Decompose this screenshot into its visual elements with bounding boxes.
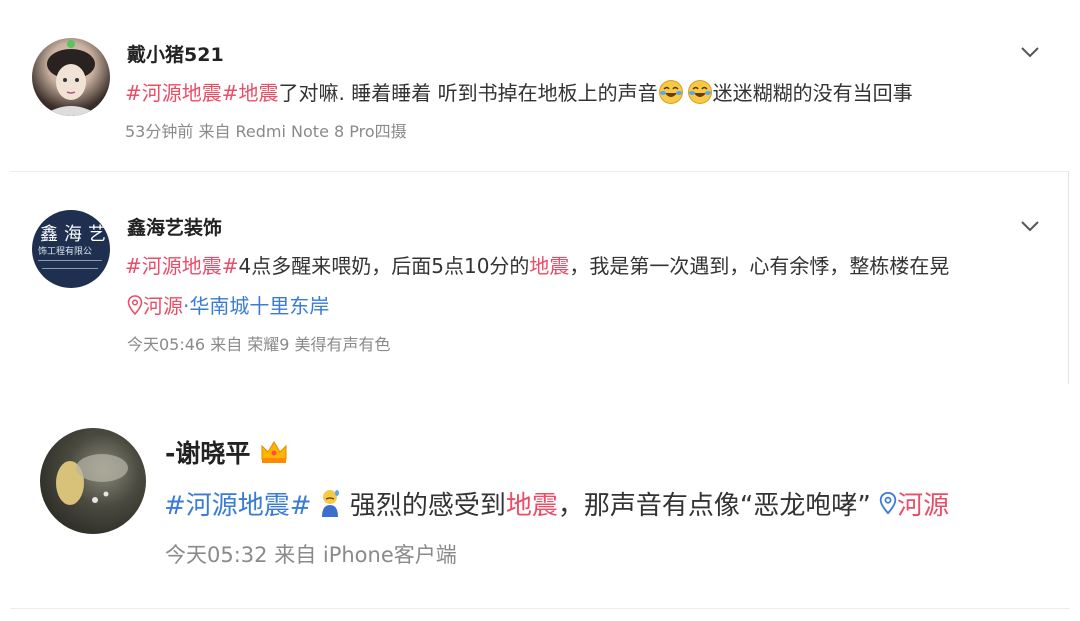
scroll-edge <box>1068 172 1069 384</box>
post-meta: 今天05:46 来自 荣耀9 美得有声有色 <box>127 335 391 354</box>
hashtag-topic[interactable]: #河源地震# <box>125 81 239 105</box>
crying-laughing-emoji-icon <box>687 79 713 110</box>
post-content: #河源地震# 强烈的感受到地震，那声音有点像“恶龙咆哮” 河源 <box>164 485 949 525</box>
location-city[interactable]: 河源 <box>143 294 183 318</box>
location-place[interactable]: ·华南城十里东岸 <box>183 294 329 318</box>
avatar-logo-text: 鑫海艺 <box>40 224 110 245</box>
user-avatar[interactable]: 鑫海艺 饰工程有限公 <box>32 210 110 288</box>
weibo-post-1: 戴小猪521 #河源地震#地震了对嘛. 睡着睡着 听到书掉在地板上的声音 迷迷糊糊… <box>0 0 1080 172</box>
location-pin-icon <box>127 295 143 320</box>
post-text: 迷迷糊糊的没有当回事 <box>712 81 913 105</box>
username[interactable]: -谢晓平 <box>165 434 289 471</box>
weibo-post-3: -谢晓平 #河源地震# 强烈的感受到地震，那声音有点像“恶龙咆哮” 河源 今天0… <box>0 382 1080 621</box>
username[interactable]: 鑫海艺装饰 <box>127 213 222 240</box>
location-link[interactable]: 河源·华南城十里东岸 <box>127 290 329 320</box>
sweating-person-emoji-icon <box>318 488 342 525</box>
avatar-logo-subtext: 饰工程有限公 <box>38 247 93 257</box>
user-avatar[interactable] <box>40 428 146 534</box>
keyword-link[interactable]: 地震 <box>239 81 279 105</box>
post-meta: 53分钟前 来自 Redmi Note 8 Pro四摄 <box>125 122 407 141</box>
user-avatar[interactable] <box>32 38 110 116</box>
location-city[interactable]: 河源 <box>897 491 949 521</box>
username-text[interactable]: -谢晓平 <box>165 439 250 468</box>
avatar-portrait-icon <box>42 40 100 116</box>
avatar-logo-line <box>38 260 102 261</box>
avatar-logo-line <box>42 268 98 269</box>
avatar-photo-icon <box>56 454 128 505</box>
location-pin-icon[interactable] <box>879 491 897 522</box>
hashtag-topic[interactable]: #河源地震# <box>125 254 239 278</box>
post-content: #河源地震#地震了对嘛. 睡着睡着 听到书掉在地板上的声音 迷迷糊糊的没有当回事 <box>125 77 913 110</box>
crying-laughing-emoji-icon <box>658 79 684 110</box>
crown-icon <box>259 439 289 471</box>
keyword-link[interactable]: 地震 <box>529 254 569 278</box>
post-meta: 今天05:32 来自 iPhone客户端 <box>165 543 457 567</box>
weibo-post-2: 鑫海艺 饰工程有限公 鑫海艺装饰 #河源地震#4点多醒来喂奶，后面5点10分的地… <box>0 172 1080 382</box>
post-text: ，我是第一次遇到，心有余悸，整栋楼在晃 <box>569 254 950 278</box>
post-content: #河源地震#4点多醒来喂奶，后面5点10分的地震，我是第一次遇到，心有余悸，整栋… <box>125 250 949 279</box>
post-text: 4点多醒来喂奶，后面5点10分的 <box>238 254 530 278</box>
chevron-down-icon[interactable] <box>1018 40 1042 64</box>
post-divider <box>10 608 1070 609</box>
chevron-down-icon[interactable] <box>1018 214 1042 238</box>
username[interactable]: 戴小猪521 <box>127 40 224 67</box>
post-text: 强烈的感受到 <box>341 491 506 521</box>
keyword-link[interactable]: 地震 <box>506 491 558 521</box>
hashtag-topic[interactable]: #河源地震# <box>164 491 312 521</box>
post-text: ，那声音有点像“恶龙咆哮” <box>557 491 880 521</box>
post-text: 了对嘛. 睡着睡着 听到书掉在地板上的声音 <box>278 81 658 105</box>
